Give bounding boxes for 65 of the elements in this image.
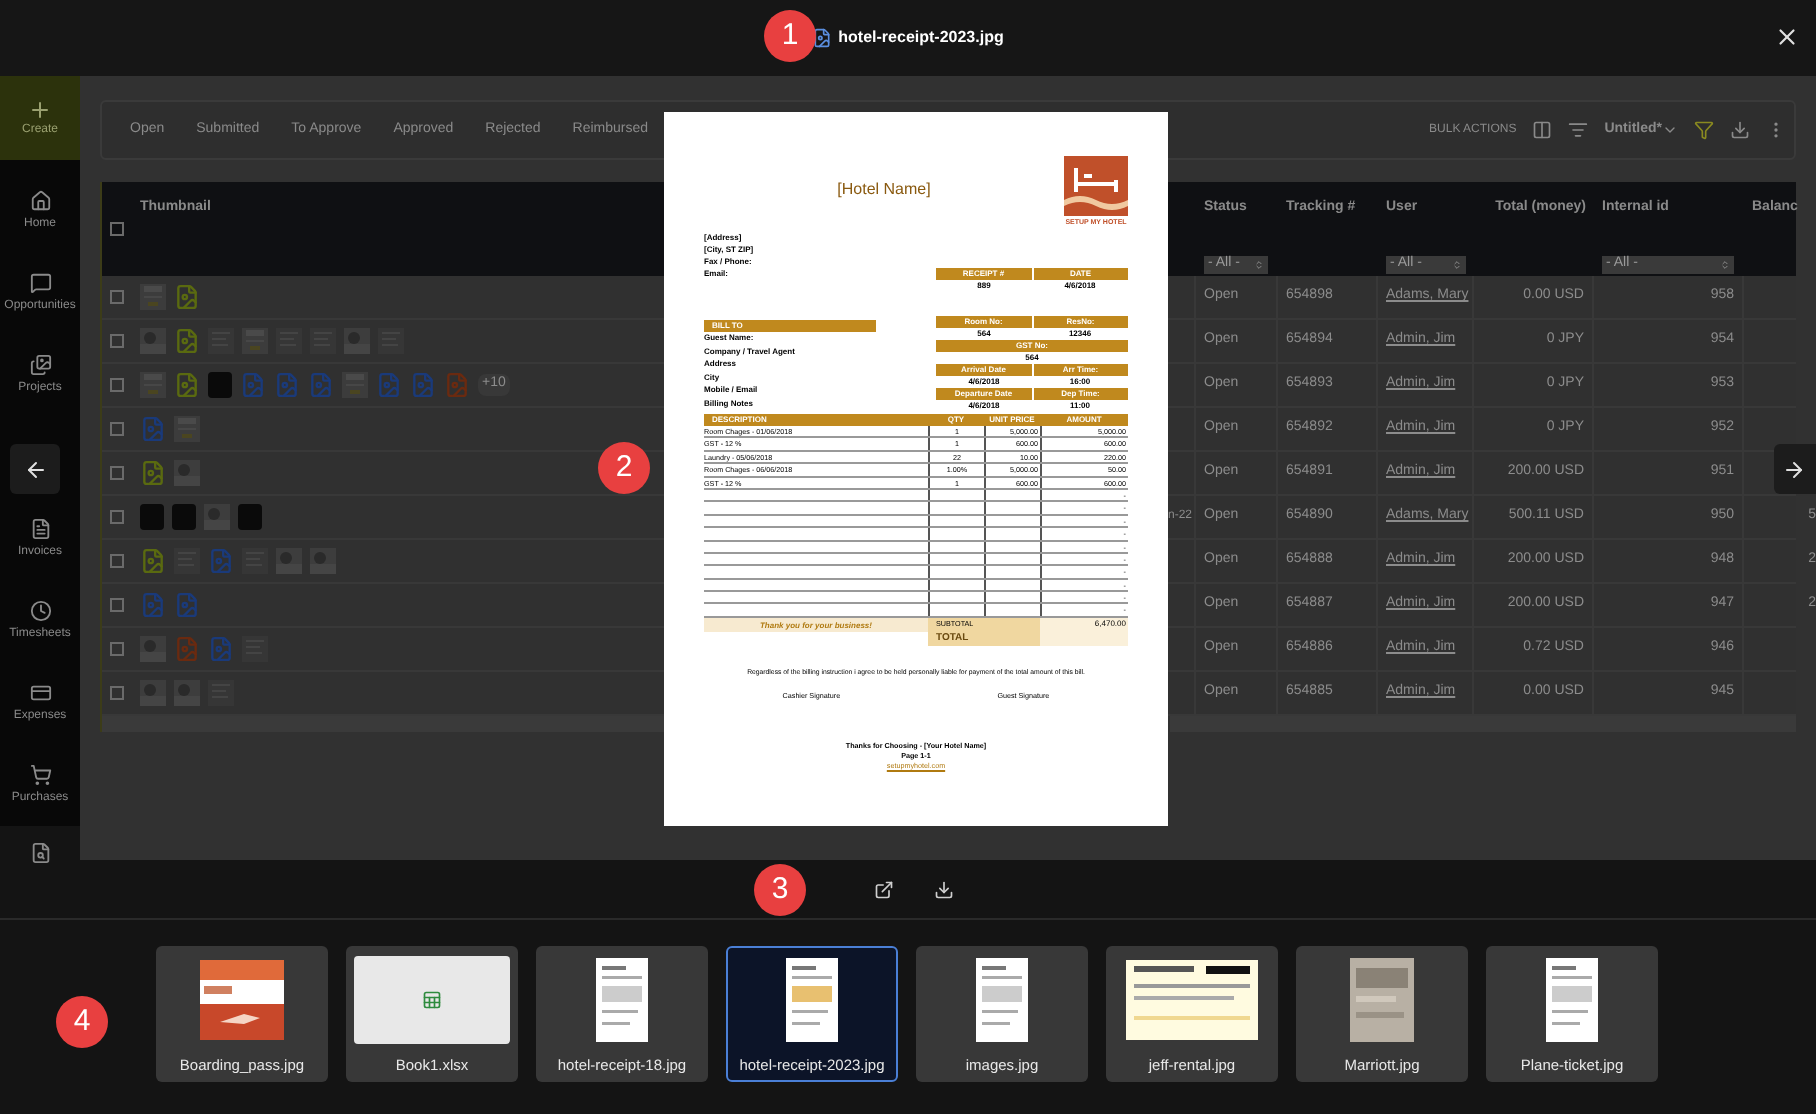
checkbox[interactable] (110, 422, 124, 436)
checkbox[interactable] (110, 222, 124, 236)
file-icon (174, 592, 200, 618)
download-button[interactable] (934, 879, 954, 899)
checkbox[interactable] (110, 598, 124, 612)
file-icon (140, 592, 166, 618)
close-button[interactable] (1774, 24, 1800, 50)
file-icon (376, 372, 402, 398)
file-icon (140, 460, 166, 486)
file-icon (208, 636, 234, 662)
file-icon (174, 328, 200, 354)
checkbox[interactable] (110, 334, 124, 348)
download-icon[interactable] (1730, 120, 1750, 140)
filter-icon[interactable] (1694, 120, 1714, 140)
caret-icon (1254, 259, 1264, 269)
file-icon (208, 548, 234, 574)
file-icon (240, 372, 266, 398)
image-file-icon (812, 28, 833, 48)
file-icon (174, 636, 200, 662)
next-button[interactable] (1774, 444, 1816, 494)
nav-icon (29, 763, 51, 785)
open-external-button[interactable] (874, 879, 894, 899)
checkbox[interactable] (110, 290, 124, 304)
step-marker: 4 (56, 996, 108, 1048)
file-icon (140, 416, 166, 442)
arrow-left-icon (23, 457, 47, 481)
bed-logo-icon (1064, 156, 1128, 216)
file-icon (174, 372, 200, 398)
arrow-right-icon (1782, 457, 1806, 481)
file-icon (140, 504, 164, 530)
caret-icon (1452, 259, 1462, 269)
file-icon (308, 372, 334, 398)
checkbox[interactable] (110, 510, 124, 524)
file-icon (274, 372, 300, 398)
file-icon (208, 372, 232, 398)
caret-icon (1720, 259, 1730, 269)
nav-icon (29, 353, 51, 375)
checkbox[interactable] (110, 466, 124, 480)
plus-icon (28, 97, 52, 121)
nav-icon (29, 842, 51, 864)
nav-icon (29, 189, 51, 211)
file-icon (172, 504, 196, 530)
file-icon (174, 284, 200, 310)
spreadsheet-icon (422, 990, 442, 1010)
list-icon[interactable] (1568, 120, 1589, 140)
checkbox[interactable] (110, 378, 124, 392)
checkbox[interactable] (110, 642, 124, 656)
nav-icon (29, 599, 51, 621)
nav-icon (29, 517, 51, 539)
nav-icon (29, 681, 51, 703)
close-icon (1774, 24, 1800, 50)
checkbox[interactable] (110, 686, 124, 700)
previous-button[interactable] (10, 444, 60, 494)
columns-icon[interactable] (1532, 120, 1553, 140)
checkbox[interactable] (110, 554, 124, 568)
external-link-icon (874, 879, 894, 899)
file-icon (140, 548, 166, 574)
caret-icon (1662, 122, 1678, 138)
file-title: hotel-receipt-2023.jpg (838, 26, 1004, 50)
hotel-name: [Hotel Name] (837, 180, 931, 198)
nav-icon (29, 271, 51, 293)
file-icon (444, 372, 470, 398)
file-icon (238, 504, 262, 530)
download-icon (934, 879, 954, 899)
file-icon (410, 372, 436, 398)
